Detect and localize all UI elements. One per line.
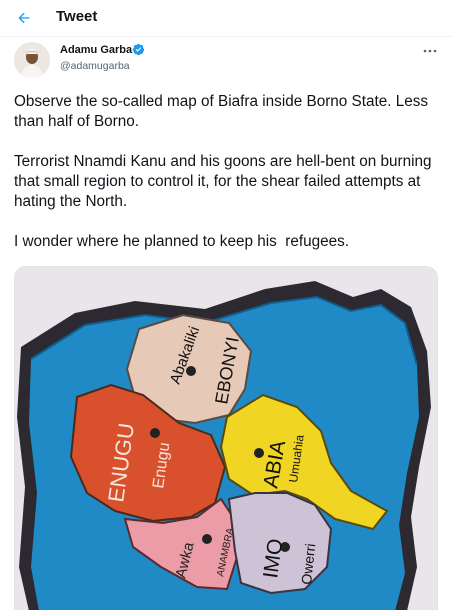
tweet-text: Observe the so-called map of Biafra insi… bbox=[14, 92, 444, 272]
more-options-icon bbox=[423, 49, 437, 53]
author-name[interactable]: Adamu Garba II bbox=[60, 44, 141, 56]
avatar[interactable] bbox=[14, 42, 50, 78]
tweet-paragraph: Observe the so-called map of Biafra insi… bbox=[14, 93, 433, 130]
tweet-paragraph: I wonder where he planned to keep his re… bbox=[14, 233, 350, 250]
verified-badge-icon bbox=[132, 43, 145, 56]
page-title: Tweet bbox=[56, 8, 98, 25]
back-button[interactable] bbox=[12, 6, 36, 30]
more-options-button[interactable] bbox=[420, 44, 440, 58]
tweet-photo[interactable]: Abakaliki EBONYI ENUGU Enugu ABIA Umuahi… bbox=[14, 266, 438, 610]
tweet-header: Adamu Garba II @adamugarba bbox=[14, 42, 440, 82]
top-bar: Tweet bbox=[0, 0, 453, 37]
arrow-left-icon bbox=[18, 12, 30, 24]
author-handle[interactable]: @adamugarba bbox=[60, 60, 130, 72]
tweet-paragraph: Terrorist Nnamdi Kanu and his goons are … bbox=[14, 153, 436, 210]
